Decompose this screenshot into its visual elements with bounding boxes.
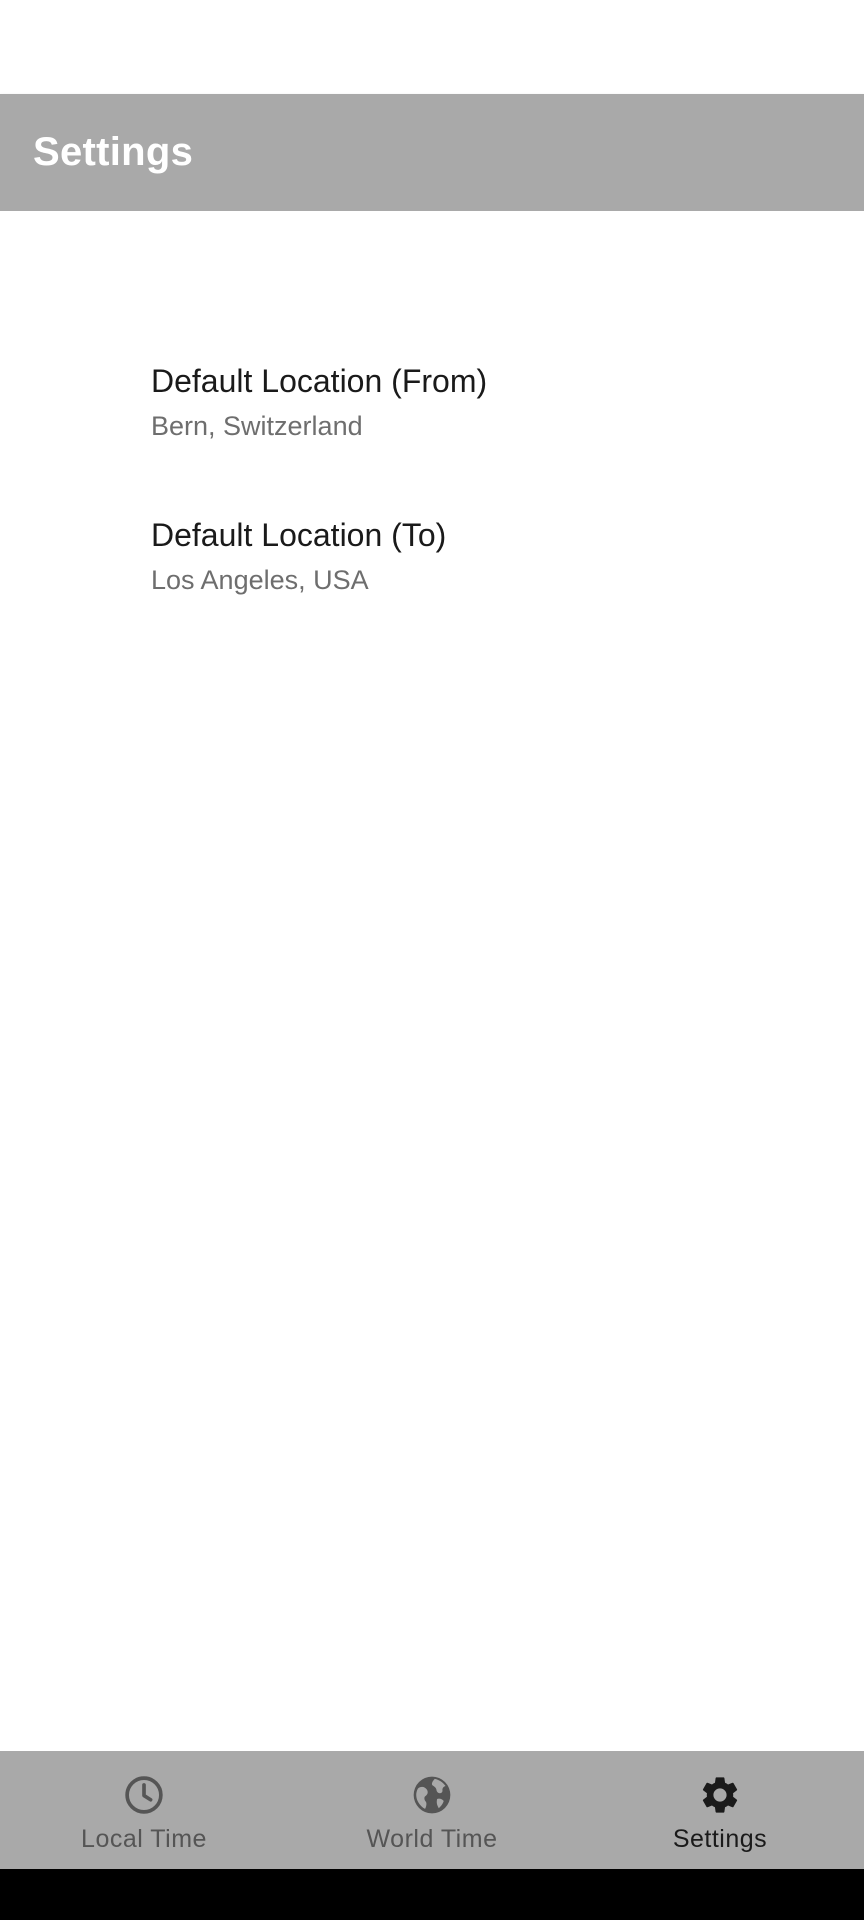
nav-item-local-time[interactable]: Local Time [0,1751,288,1869]
default-location-from-preference[interactable]: Default Location (From) Bern, Switzerlan… [0,341,864,495]
nav-label: World Time [366,1825,498,1853]
bottom-navigation: Local Time World Time Settings [0,1751,864,1869]
clock-icon [125,1776,163,1814]
default-location-to-preference[interactable]: Default Location (To) Los Angeles, USA [0,495,864,649]
preference-summary: Los Angeles, USA [151,565,369,595]
nav-label: Settings [672,1825,768,1853]
settings-screen: Settings Default Location (From) Bern, S… [0,0,864,1920]
system-navigation-bar [0,1869,864,1920]
nav-label: Local Time [81,1825,207,1853]
preference-list: Default Location (From) Bern, Switzerlan… [0,341,864,649]
nav-item-settings[interactable]: Settings [576,1751,864,1869]
gear-icon [702,1777,738,1813]
status-bar [0,0,864,94]
preference-title: Default Location (To) [151,517,447,553]
globe-icon [413,1776,451,1814]
page-title: Settings [33,130,194,174]
app-bar: Settings [0,94,864,211]
preference-title: Default Location (From) [151,363,488,399]
preference-summary: Bern, Switzerland [151,411,363,441]
nav-item-world-time[interactable]: World Time [288,1751,576,1869]
settings-content: Default Location (From) Bern, Switzerlan… [0,211,864,1751]
